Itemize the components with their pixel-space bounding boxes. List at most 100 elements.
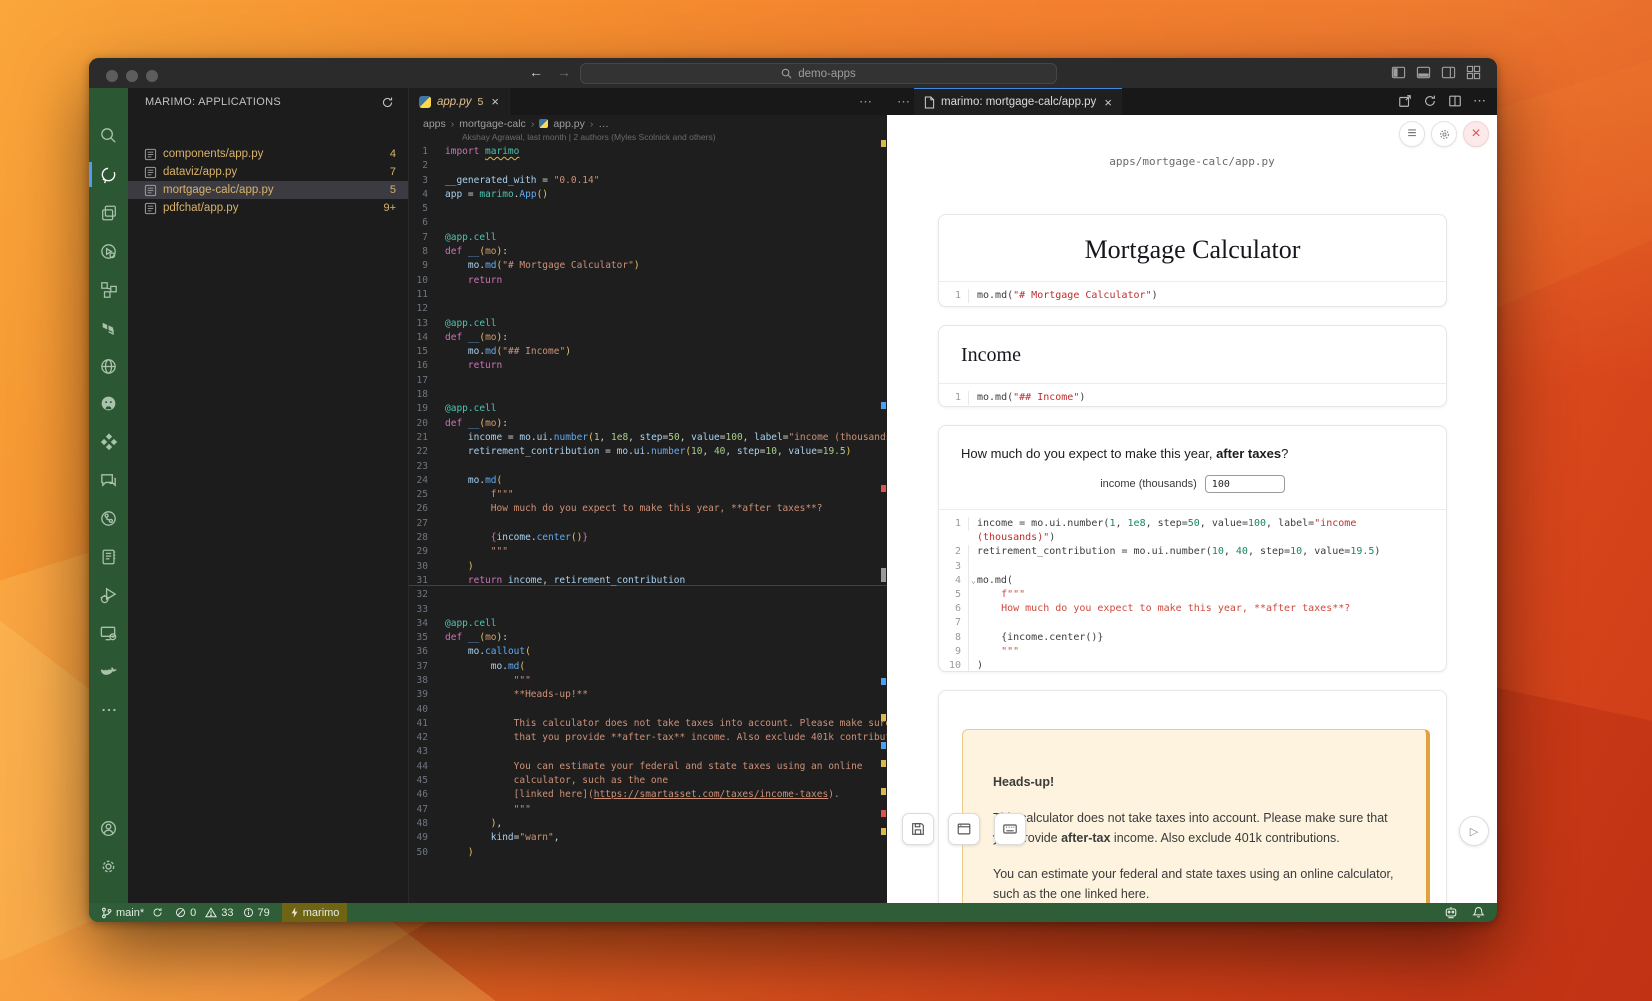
nodes-graph-icon[interactable] — [96, 277, 121, 302]
line-number: 11 — [409, 288, 445, 302]
fold-chevron-icon[interactable]: ⌄ — [971, 576, 976, 585]
tab-app-py[interactable]: app.py 5 × — [409, 88, 510, 115]
line-number: 20 — [409, 417, 445, 431]
code-line: 28 {income.center()} — [409, 531, 887, 545]
code-line: 2 — [409, 159, 887, 173]
close-window-button[interactable] — [106, 70, 118, 82]
github-icon[interactable] — [96, 391, 121, 416]
toggle-secondary-sidebar-icon[interactable] — [1441, 65, 1456, 80]
diamonds-icon[interactable] — [96, 429, 121, 454]
close-tab-icon[interactable]: × — [1104, 96, 1112, 109]
file-item[interactable]: pdfchat/app.py9+ — [128, 199, 408, 217]
status-bar: main* 0 33 79 marimo — [89, 903, 1497, 922]
tab-marimo-preview[interactable]: marimo: mortgage-calc/app.py × — [914, 88, 1122, 115]
code-line: 46 [linked here](https://smartasset.com/… — [409, 788, 887, 802]
refresh-icon[interactable] — [381, 96, 394, 109]
breadcrumb-item[interactable]: … — [598, 118, 609, 130]
file-name: dataviz/app.py — [163, 166, 390, 178]
code-line: 23 — [409, 460, 887, 474]
zoom-window-button[interactable] — [146, 70, 158, 82]
marimo-extension-icon[interactable] — [96, 162, 121, 187]
code-line: 2retirement_contribution = mo.ui.number(… — [949, 545, 1446, 559]
line-number: 28 — [409, 531, 445, 545]
shutdown-button[interactable]: × — [1463, 121, 1489, 147]
minimize-window-button[interactable] — [126, 70, 138, 82]
more-actions-icon[interactable]: ⋯ — [1473, 93, 1487, 109]
account-icon[interactable] — [96, 816, 121, 841]
globe-icon[interactable] — [96, 354, 121, 379]
code-line: 1income = mo.ui.number(1, 1e8, step=50, … — [949, 517, 1446, 531]
more-views-icon[interactable] — [96, 697, 121, 722]
file-item[interactable]: dataviz/app.py7 — [128, 163, 408, 181]
breadcrumb[interactable]: apps › mortgage-calc › app.py › … — [409, 115, 887, 132]
overview-mark — [881, 678, 886, 685]
code-line: (thousands)") — [949, 531, 1446, 545]
code-line: 18 — [409, 388, 887, 402]
copy-files-icon[interactable] — [96, 200, 121, 225]
problems-item[interactable]: 0 33 79 — [175, 907, 270, 919]
line-number: 17 — [409, 374, 445, 388]
close-tab-icon[interactable]: × — [491, 95, 499, 108]
search-icon[interactable] — [96, 123, 121, 148]
code-line: 41 This calculator does not take taxes i… — [409, 717, 887, 731]
run-debug-icon[interactable] — [96, 583, 121, 608]
save-button[interactable] — [902, 813, 934, 845]
problem-count-badge: 7 — [390, 166, 396, 178]
comments-icon[interactable] — [96, 468, 121, 493]
toggle-panel-icon[interactable] — [1416, 65, 1431, 80]
run-app-button[interactable]: ▷ — [1459, 816, 1489, 846]
open-app-button[interactable] — [948, 813, 980, 845]
code-line: 25 f""" — [409, 488, 887, 502]
bell-icon[interactable] — [1472, 906, 1485, 919]
git-branch-item[interactable]: main* — [101, 907, 163, 919]
notebook-icon[interactable] — [96, 544, 121, 569]
menu-button[interactable]: ≡ — [1399, 121, 1425, 147]
breadcrumb-item[interactable]: apps — [423, 118, 446, 130]
run-circle-icon[interactable] — [96, 239, 121, 264]
scrollbar-handle[interactable] — [881, 568, 886, 582]
file-item[interactable]: components/app.py4 — [128, 145, 408, 163]
code-line: 16 return — [409, 359, 887, 373]
play-icon: ▷ — [1470, 825, 1478, 838]
breadcrumb-item[interactable]: mortgage-calc — [459, 118, 526, 130]
cell-code[interactable]: 1mo.md("# Mortgage Calculator") — [939, 281, 1446, 307]
git-graph-icon[interactable] — [96, 506, 121, 531]
overview-mark — [881, 760, 886, 767]
overview-mark — [881, 485, 886, 492]
line-number: 1 — [949, 517, 969, 531]
remote-explorer-icon[interactable] — [96, 621, 121, 646]
history-back-button[interactable]: ← — [529, 64, 557, 80]
income-input[interactable] — [1205, 475, 1285, 493]
line-number: 41 — [409, 717, 445, 731]
titlebar: ←→ demo-apps — [89, 58, 1497, 88]
keyboard-shortcuts-button[interactable] — [994, 813, 1026, 845]
line-number: 19 — [409, 402, 445, 416]
code-line: 31 return income, retirement_contributio… — [409, 574, 887, 588]
editor-actions-more-icon[interactable]: ⋯ — [859, 94, 873, 110]
customize-layout-icon[interactable] — [1466, 65, 1481, 80]
app-settings-button[interactable] — [1431, 121, 1457, 147]
open-external-icon[interactable] — [1398, 94, 1412, 108]
code-line: 47 """ — [409, 803, 887, 817]
docker-icon[interactable] — [96, 659, 121, 684]
sync-icon[interactable] — [152, 907, 163, 918]
breadcrumb-item[interactable]: app.py — [553, 118, 585, 130]
code-line: 5 — [409, 202, 887, 216]
code-line: 17 — [409, 374, 887, 388]
marimo-status-item[interactable]: marimo — [282, 903, 348, 922]
marimo-webview: apps/mortgage-calc/app.py ≡ × Mortgage C… — [887, 115, 1497, 903]
cell-code[interactable]: 1income = mo.ui.number(1, 1e8, step=50, … — [939, 509, 1446, 672]
terraform-icon[interactable] — [96, 316, 121, 341]
hubot-icon[interactable] — [1444, 906, 1458, 919]
file-item[interactable]: mortgage-calc/app.py5 — [128, 181, 408, 199]
split-editor-icon[interactable] — [1448, 94, 1462, 108]
toggle-sidebar-icon[interactable] — [1391, 65, 1406, 80]
tab-overflow-more-icon[interactable]: ⋯ — [897, 94, 911, 110]
settings-gear-icon[interactable] — [96, 854, 121, 879]
cell-code[interactable]: 1mo.md("## Income") — [939, 383, 1446, 407]
code-area[interactable]: Akshay Agrawal, last month | 2 authors (… — [409, 132, 887, 903]
problem-count-badge: 5 — [390, 184, 396, 196]
command-center-search[interactable]: demo-apps — [580, 63, 1057, 84]
reload-icon[interactable] — [1423, 94, 1437, 108]
code-line: 14def __(mo): — [409, 331, 887, 345]
